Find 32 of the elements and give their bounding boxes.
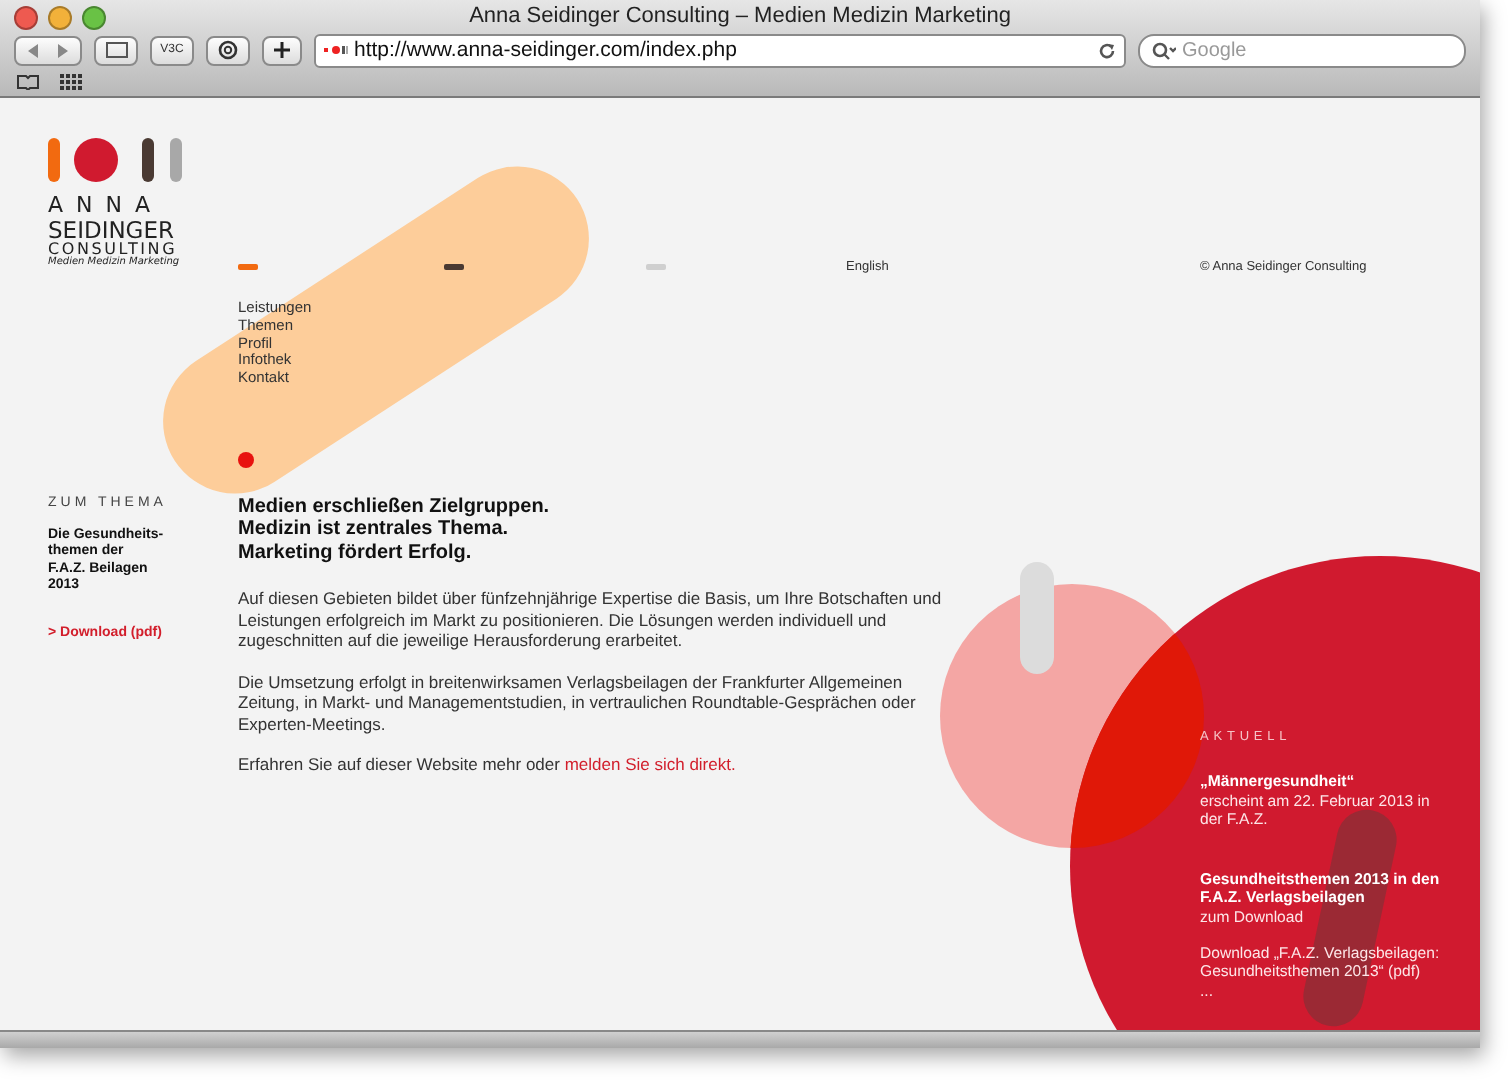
page-button[interactable] bbox=[94, 35, 138, 65]
back-forward-button[interactable] bbox=[14, 35, 82, 65]
logo-text: CONSULTING bbox=[48, 241, 178, 258]
logo-text: ANNA bbox=[48, 194, 164, 218]
paragraph: Die Umsetzung erfolgt in breitenwirksamen Verlagsbeilagen der Frankfurter Allgemeinen Zeitung, in Markt- und Managementstudien, in vertraulichen Roundtable-Gesprächen oder Experten-Meetings. bbox=[238, 671, 918, 735]
contact-link[interactable]: melden Sie sich direkt. bbox=[564, 754, 736, 775]
favicon-icon bbox=[324, 44, 348, 56]
dash-mark bbox=[444, 264, 464, 270]
logo-text: SEIDINGER bbox=[48, 217, 174, 242]
zoom-icon bbox=[82, 6, 106, 30]
vertical-bar-shape bbox=[1020, 562, 1054, 674]
search-field[interactable]: Google bbox=[1138, 33, 1466, 67]
url-text: http://www.anna-seidinger.com/index.php bbox=[354, 38, 739, 62]
search-input[interactable]: Google bbox=[1182, 39, 1452, 61]
logo-icon bbox=[48, 138, 188, 182]
at-button[interactable] bbox=[206, 35, 250, 65]
grid-icon[interactable] bbox=[60, 74, 82, 90]
headline: Medien erschließen Zielgruppen. Medizin ist zentrales Thema. Marketing fördert Erfolg. bbox=[238, 495, 552, 565]
window-icon bbox=[105, 42, 127, 58]
paragraph: Auf diesen Gebieten bildet über fünfzehnjährige Expertise die Basis, um Ihre Botschaften und Leistungen erfolgreich im Markt zu positionieren. Die Lösungen werden individuell und zugeschnitten auf die jeweilige Herausforderung erarbeitet. bbox=[238, 588, 944, 652]
dash-mark bbox=[646, 264, 666, 270]
paragraph: Erfahren Sie auf dieser Website mehr oder melden Sie sich direkt. bbox=[238, 754, 738, 776]
book-icon[interactable] bbox=[16, 74, 40, 90]
search-icon bbox=[1152, 41, 1176, 59]
add-bookmark-button[interactable] bbox=[262, 35, 302, 65]
close-icon bbox=[14, 6, 38, 30]
address-field[interactable]: http://www.anna-seidinger.com/index.php bbox=[314, 33, 1126, 67]
reload-icon bbox=[1098, 41, 1116, 59]
plus-icon bbox=[274, 42, 290, 58]
dash-mark bbox=[238, 264, 258, 270]
minimize-icon bbox=[48, 6, 72, 30]
window-title: Anna Seidinger Consulting – Medien Medizin Marketing bbox=[469, 4, 1011, 28]
